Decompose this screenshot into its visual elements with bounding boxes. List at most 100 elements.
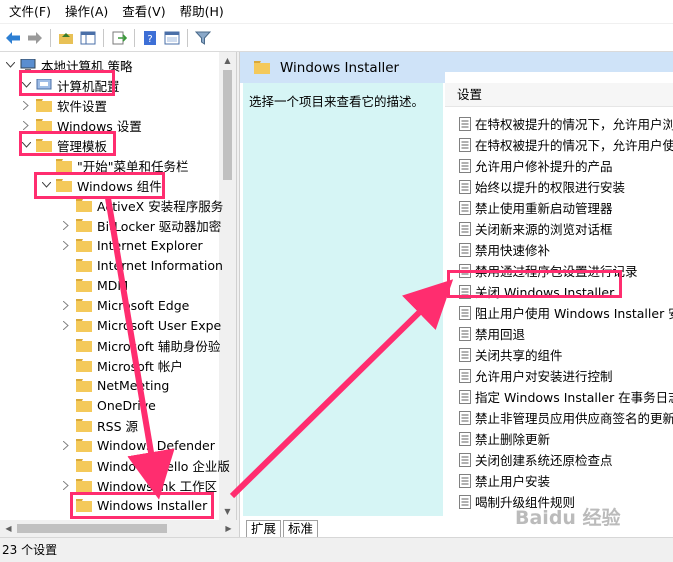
scroll-left-icon[interactable]: ◀ (0, 520, 17, 537)
collapsed-chevron-icon[interactable] (60, 479, 72, 491)
tree-item[interactable]: NetMeeting (60, 375, 169, 395)
folder-icon (76, 278, 92, 292)
menu-item[interactable]: 文件(F) (2, 0, 58, 24)
setting-row[interactable]: 指定 Windows Installer 在事务日志 (459, 386, 673, 407)
tab-extended[interactable]: 扩展 (246, 520, 282, 537)
setting-row[interactable]: 禁止使用重新启动管理器 (459, 197, 613, 218)
folder-icon (76, 338, 92, 352)
setting-row[interactable]: 在特权被提升的情况下，允许用户使用 (459, 134, 673, 155)
folder-icon (76, 318, 92, 332)
tree-item[interactable]: Internet Explorer (60, 235, 203, 255)
setting-row[interactable]: 禁止删除更新 (459, 428, 550, 449)
collapsed-chevron-icon[interactable] (60, 239, 72, 251)
export-list-icon[interactable] (109, 28, 129, 48)
setting-row[interactable]: 在特权被提升的情况下，允许用户浏览 (459, 113, 673, 134)
tree-item[interactable]: RSS 源 (60, 415, 138, 435)
tree-item[interactable]: Microsoft User Expe (60, 315, 221, 335)
policy-setting-icon (459, 368, 471, 383)
setting-row[interactable]: 阻止用户使用 Windows Installer 安 (459, 302, 673, 323)
tree-item[interactable]: Windows Hello 企业版 (60, 455, 230, 475)
setting-label: 允许用户对安装进行控制 (475, 369, 613, 384)
description-panel: 选择一个项目来查看它的描述。 (243, 83, 443, 516)
tree-item[interactable]: BitLocker 驱动器加密 (60, 215, 221, 235)
collapsed-chevron-icon[interactable] (60, 439, 72, 451)
folder-icon (56, 158, 72, 172)
expanded-chevron-icon[interactable] (4, 59, 16, 71)
setting-row[interactable]: 禁用回退 (459, 323, 525, 344)
setting-label: 在特权被提升的情况下，允许用户浏览 (475, 117, 673, 132)
policy-setting-icon (459, 242, 471, 257)
policy-setting-icon (459, 389, 471, 404)
setting-row[interactable]: 关闭共享的组件 (459, 344, 563, 365)
folder-icon (76, 358, 92, 372)
tree-item[interactable]: 软件设置 (20, 95, 107, 115)
setting-label: 禁止非管理员应用供应商签名的更新 (475, 411, 673, 426)
setting-row[interactable]: 允许用户修补提升的产品 (459, 155, 613, 176)
properties-icon[interactable] (162, 28, 182, 48)
menu-item[interactable]: 操作(A) (58, 0, 115, 24)
tree-item[interactable]: Internet Information (60, 255, 223, 275)
collapsed-chevron-icon[interactable] (60, 319, 72, 331)
setting-row[interactable]: 关闭创建系统还原检查点 (459, 449, 613, 470)
forward-icon[interactable] (25, 28, 45, 48)
setting-label: 关闭新来源的浏览对话框 (475, 222, 613, 237)
scroll-thumb[interactable] (223, 70, 232, 180)
tree-horizontal-scrollbar[interactable]: ◀ ▶ (0, 520, 237, 537)
setting-row[interactable]: 禁止用户安装 (459, 470, 550, 491)
tree-item-label: OneDrive (97, 397, 156, 413)
svg-text:?: ? (147, 34, 152, 45)
up-folder-icon[interactable] (56, 28, 76, 48)
scroll-thumb[interactable] (17, 524, 167, 533)
filter-icon[interactable] (193, 28, 213, 48)
column-header-setting[interactable]: 设置 (445, 83, 673, 107)
scroll-up-icon[interactable]: ▲ (219, 52, 236, 69)
tree-item[interactable]: OneDrive (60, 395, 156, 415)
tree-item-label: Internet Explorer (97, 237, 203, 253)
setting-label: 阻止用户使用 Windows Installer 安 (475, 306, 673, 321)
collapsed-chevron-icon[interactable] (60, 219, 72, 231)
tree-item-label: Internet Information (97, 257, 223, 273)
collapsed-chevron-icon[interactable] (60, 299, 72, 311)
menu-item[interactable]: 查看(V) (115, 0, 172, 24)
tree-item[interactable]: Windows Defender (60, 435, 215, 455)
folder-icon (76, 258, 92, 272)
status-bar: 23 个设置 (0, 537, 673, 562)
toolbar-separator (134, 28, 135, 47)
back-icon[interactable] (3, 28, 23, 48)
policy-setting-icon (459, 137, 471, 152)
policy-setting-icon (459, 452, 471, 467)
scroll-right-icon[interactable]: ▶ (220, 520, 237, 537)
setting-row[interactable]: 允许用户对安装进行控制 (459, 365, 613, 386)
tree-item[interactable]: Microsoft 辅助身份验 (60, 335, 220, 355)
tree-item-label: Microsoft 辅助身份验 (97, 338, 221, 354)
setting-row[interactable]: 禁用快速修补 (459, 239, 550, 260)
setting-row[interactable]: 禁止非管理员应用供应商签名的更新 (459, 407, 673, 428)
collapsed-chevron-icon[interactable] (20, 99, 32, 111)
tab-standard[interactable]: 标准 (283, 520, 319, 537)
highlight-box-windows-components (34, 172, 165, 199)
scroll-down-icon[interactable]: ▼ (219, 503, 236, 520)
tree-item[interactable]: Microsoft Edge (60, 295, 189, 315)
tree-pane[interactable]: ▲ ▼ 本地计算机 策略 计算机配置 软件设置 Windows 设置 管理模板 "开始"菜… (0, 52, 237, 520)
setting-row[interactable]: 始终以提升的权限进行安装 (459, 176, 625, 197)
tree-item[interactable]: MDM (60, 275, 128, 295)
policy-setting-icon (459, 326, 471, 341)
setting-row[interactable]: 关闭新来源的浏览对话框 (459, 218, 613, 239)
highlight-box-computer-config (19, 70, 115, 96)
highlight-box-windows-installer (70, 492, 214, 519)
policy-setting-icon (459, 179, 471, 194)
help-icon[interactable]: ? (140, 28, 160, 48)
tree-vertical-scrollbar[interactable]: ▲ ▼ (219, 52, 236, 520)
show-tree-icon[interactable] (78, 28, 98, 48)
menu-item[interactable]: 帮助(H) (173, 0, 231, 24)
highlight-box-admin-templates (19, 131, 116, 156)
folder-icon (76, 418, 92, 432)
folder-icon (76, 398, 92, 412)
toolbar-separator (103, 28, 104, 47)
collapsed-chevron-icon[interactable] (20, 119, 32, 131)
tree-item[interactable]: Microsoft 帐户 (60, 355, 183, 375)
